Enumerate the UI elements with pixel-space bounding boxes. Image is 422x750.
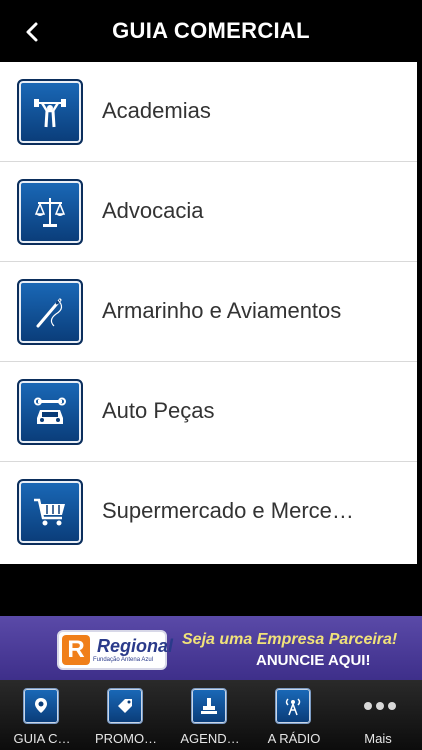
radio-tower-icon bbox=[275, 688, 311, 724]
logo-letter: R bbox=[62, 635, 90, 665]
category-list: Academias Advocacia Armarinho e Aviament bbox=[0, 62, 417, 564]
weightlifter-icon bbox=[17, 79, 83, 145]
banner-cta: ANUNCIE AQUI! bbox=[256, 652, 371, 669]
ad-banner[interactable]: R Regional Fundação Antena Azul Seja uma… bbox=[0, 616, 422, 680]
list-item-label: Advocacia bbox=[102, 198, 204, 223]
list-item-armarinho[interactable]: Armarinho e Aviamentos bbox=[0, 262, 417, 362]
stamp-icon bbox=[191, 688, 227, 724]
page-title: GUIA COMERCIAL bbox=[112, 18, 310, 43]
tab-guia-comercial[interactable]: GUIA C… bbox=[0, 680, 84, 750]
tab-label: A RÁDIO bbox=[267, 731, 321, 746]
banner-headline: Seja uma Empresa Parceira! bbox=[182, 631, 398, 648]
tab-label: AGEND… bbox=[180, 731, 240, 746]
logo-name: Regional bbox=[97, 636, 174, 656]
map-pin-icon bbox=[23, 688, 59, 724]
scales-icon bbox=[17, 179, 83, 245]
radio-regional-logo: R Regional Fundação Antena Azul bbox=[57, 630, 173, 670]
tab-bar: GUIA C… PROMO… AGEND… A RÁDIO Mais bbox=[0, 680, 422, 750]
list-item-auto-pecas[interactable]: Auto Peças bbox=[0, 362, 417, 462]
needle-icon bbox=[17, 279, 83, 345]
list-item-label: Armarinho e Aviamentos bbox=[102, 298, 342, 323]
tab-promocoes[interactable]: PROMO… bbox=[84, 680, 168, 750]
empty-area bbox=[0, 564, 422, 616]
list-item-label: Academias bbox=[102, 98, 211, 123]
list-item-advocacia[interactable]: Advocacia bbox=[0, 162, 417, 262]
nav-header: GUIA COMERCIAL bbox=[0, 0, 422, 62]
tab-label: PROMO… bbox=[94, 731, 158, 746]
list-item-label: Auto Peças bbox=[102, 398, 215, 423]
list-item-academias[interactable]: Academias bbox=[0, 62, 417, 162]
scrollbar[interactable] bbox=[417, 62, 422, 564]
price-tag-icon bbox=[107, 688, 143, 724]
tab-mais[interactable]: Mais bbox=[336, 680, 420, 750]
car-wrench-icon bbox=[17, 379, 83, 445]
tab-label: GUIA C… bbox=[13, 731, 71, 746]
logo-subtitle: Fundação Antena Azul bbox=[93, 657, 154, 663]
list-item-supermercado[interactable]: Supermercado e Merce… bbox=[0, 462, 417, 564]
tab-a-radio[interactable]: A RÁDIO bbox=[252, 680, 336, 750]
list-item-label: Supermercado e Merce… bbox=[102, 498, 354, 523]
tab-agenda[interactable]: AGEND… bbox=[168, 680, 252, 750]
tab-label: Mais bbox=[364, 731, 392, 746]
shopping-cart-icon bbox=[17, 479, 83, 545]
more-dots-icon bbox=[364, 702, 396, 710]
